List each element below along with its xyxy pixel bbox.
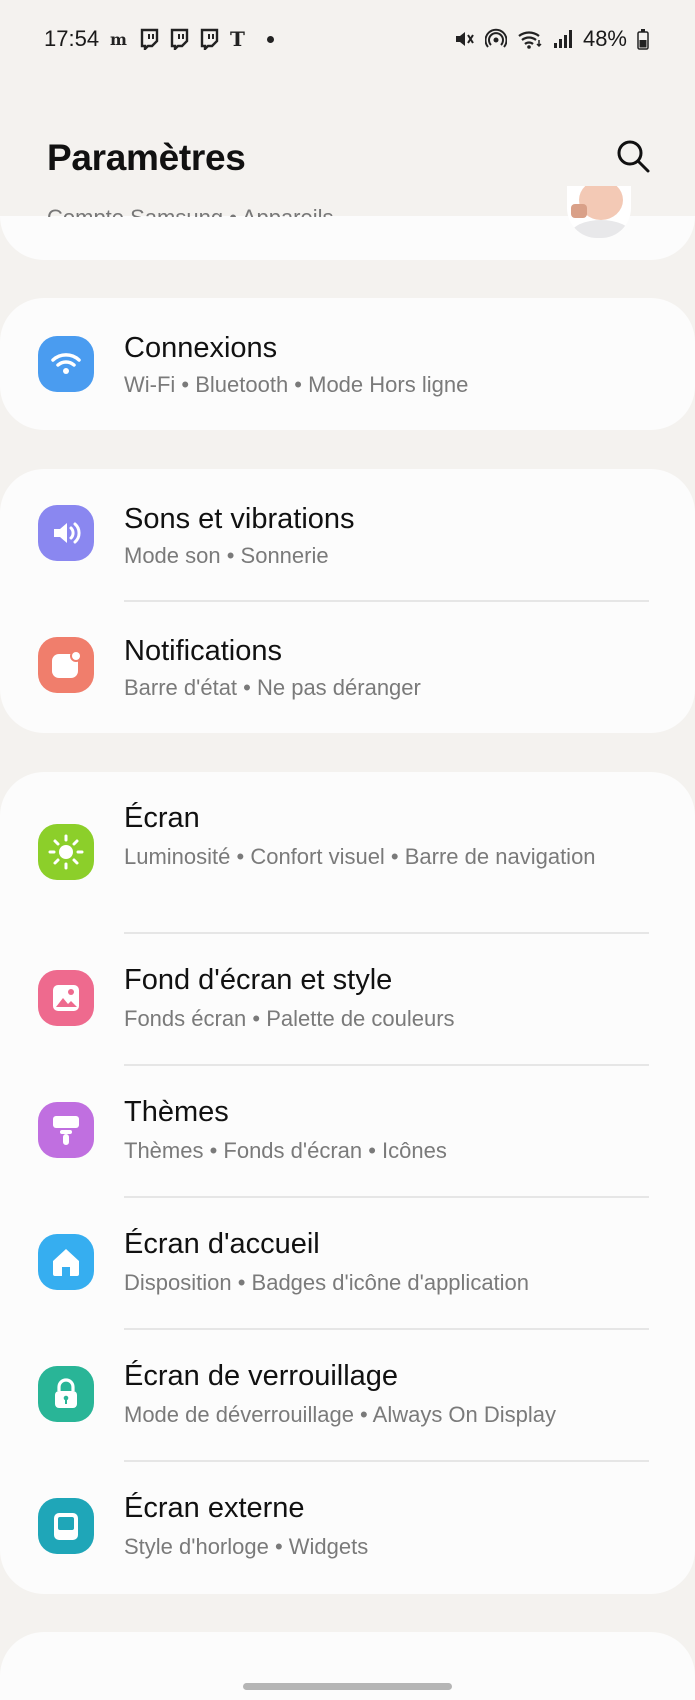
lemonde-icon: m <box>109 29 129 49</box>
connections-card: Connexions Wi-Fi • Bluetooth • Mode Hors… <box>0 298 695 430</box>
brightness-icon <box>38 824 94 880</box>
status-bar: 17:54 m T 48% <box>0 0 695 78</box>
item-title: Notifications <box>124 635 282 667</box>
signal-icon <box>553 29 573 49</box>
account-subtitle: Compte Samsung • Appareils <box>47 203 334 217</box>
item-subtitle: Barre d'état • Ne pas déranger <box>124 675 421 700</box>
settings-item-themes[interactable]: Thèmes Thèmes • Fonds d'écran • Icônes <box>0 1066 695 1196</box>
item-subtitle: Thèmes • Fonds d'écran • Icônes <box>124 1138 447 1163</box>
app-header: Paramètres <box>0 118 695 198</box>
hotspot-icon <box>484 28 507 50</box>
home-icon <box>38 1234 94 1290</box>
home-indicator[interactable] <box>243 1683 452 1690</box>
svg-text:m: m <box>110 30 127 49</box>
status-time: 17:54 <box>44 26 100 51</box>
search-icon <box>615 138 651 179</box>
wifi-icon <box>517 28 543 50</box>
item-subtitle: Style d'horloge • Widgets <box>124 1534 369 1559</box>
settings-item-connexions[interactable]: Connexions Wi-Fi • Bluetooth • Mode Hors… <box>0 298 695 430</box>
volume-icon <box>38 505 94 561</box>
twitch-icon <box>199 28 219 50</box>
settings-item-notifications[interactable]: Notifications Barre d'état • Ne pas déra… <box>0 601 695 733</box>
settings-item-ecran-externe[interactable]: Écran externe Style d'horloge • Widgets <box>0 1462 695 1594</box>
cover-screen-icon <box>38 1498 94 1554</box>
item-title: Écran externe <box>124 1492 305 1524</box>
settings-item-ecran[interactable]: Écran Luminosité • Confort visuel • Barr… <box>0 772 695 932</box>
settings-item-verrouillage[interactable]: Écran de verrouillage Mode de déverrouil… <box>0 1330 695 1460</box>
item-subtitle: Luminosité • Confort visuel • Barre de n… <box>124 844 596 869</box>
nyt-icon: T <box>229 28 249 50</box>
settings-screen: Compte Samsung • Appareils 17:54 m <box>0 0 695 1700</box>
battery-percent: 48% <box>582 26 627 51</box>
more-notifications-dot <box>267 35 275 43</box>
display-card: Écran Luminosité • Confort visuel • Barr… <box>0 772 695 1594</box>
item-subtitle: Wi-Fi • Bluetooth • Mode Hors ligne <box>124 372 469 397</box>
item-subtitle: Mode son • Sonnerie <box>124 543 329 568</box>
item-subtitle: Fonds écran • Palette de couleurs <box>124 1006 455 1031</box>
item-title: Écran de verrouillage <box>124 1360 399 1392</box>
item-title: Écran <box>124 802 200 834</box>
lock-icon <box>38 1366 94 1422</box>
twitch-icon <box>139 28 159 50</box>
item-title: Thèmes <box>124 1096 229 1128</box>
search-button[interactable] <box>609 134 657 182</box>
sound-notifications-card: Sons et vibrations Mode son • Sonnerie N… <box>0 469 695 733</box>
item-title: Connexions <box>124 332 278 364</box>
settings-item-ecran-accueil[interactable]: Écran d'accueil Disposition • Badges d'i… <box>0 1198 695 1328</box>
wifi-icon <box>38 336 94 392</box>
item-subtitle: Mode de déverrouillage • Always On Displ… <box>124 1402 557 1427</box>
wallpaper-icon <box>38 970 94 1026</box>
item-title: Sons et vibrations <box>124 503 355 535</box>
svg-text:T: T <box>230 28 245 50</box>
page-title: Paramètres <box>47 137 246 178</box>
brush-icon <box>38 1102 94 1158</box>
item-title: Écran d'accueil <box>124 1228 320 1260</box>
twitch-icon <box>169 28 189 50</box>
settings-item-sons[interactable]: Sons et vibrations Mode son • Sonnerie <box>0 469 695 601</box>
notification-icon <box>38 637 94 693</box>
item-subtitle: Disposition • Badges d'icône d'applicati… <box>124 1270 530 1295</box>
mute-icon <box>453 28 475 50</box>
item-title: Fond d'écran et style <box>124 964 393 996</box>
battery-icon <box>637 28 649 50</box>
settings-item-fond-ecran[interactable]: Fond d'écran et style Fonds écran • Pale… <box>0 934 695 1064</box>
